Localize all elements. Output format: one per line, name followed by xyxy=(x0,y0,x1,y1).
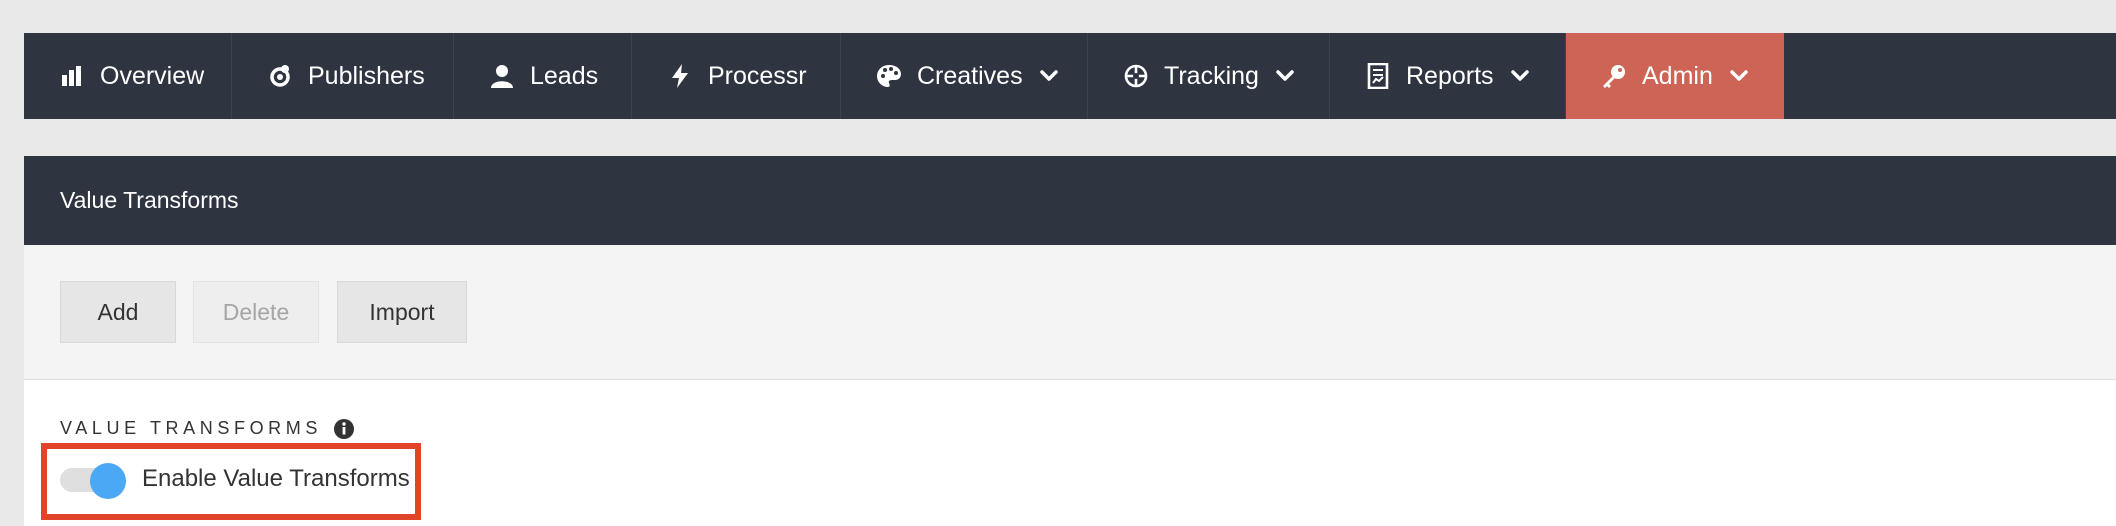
nav-item-label: Overview xyxy=(100,61,205,90)
nav-item-label: Reports xyxy=(1406,61,1494,90)
nav-item-label: Admin xyxy=(1642,61,1713,90)
report-icon xyxy=(1364,62,1392,90)
chevron-down-icon xyxy=(1510,66,1530,86)
toggle-knob xyxy=(90,463,126,499)
nav-item-leads[interactable]: Leads xyxy=(454,33,632,119)
enable-value-transforms-row: Enable Value Transforms xyxy=(60,463,410,499)
nav-item-label: Creatives xyxy=(917,61,1023,90)
chart-icon xyxy=(58,62,86,90)
nav-item-tracking[interactable]: Tracking xyxy=(1088,33,1330,119)
palette-icon xyxy=(875,62,903,90)
nav-item-label: Leads xyxy=(530,61,599,90)
panel-title: Value Transforms xyxy=(60,187,239,213)
chevron-down-icon xyxy=(1275,66,1295,86)
toggle-label: Enable Value Transforms xyxy=(142,465,410,492)
nav-item-label: Processr xyxy=(708,61,807,90)
section-heading: VALUE TRANSFORMS xyxy=(60,418,354,439)
user-icon xyxy=(488,62,516,90)
nav-item-publishers[interactable]: Publishers xyxy=(232,33,454,119)
crosshair-icon xyxy=(1122,62,1150,90)
nav-item-admin[interactable]: Admin xyxy=(1566,33,1784,119)
chevron-down-icon xyxy=(1039,66,1059,86)
bolt-icon xyxy=(666,62,694,90)
section-heading-label: VALUE TRANSFORMS xyxy=(60,418,322,438)
nav-item-label: Tracking xyxy=(1164,61,1259,90)
info-icon[interactable] xyxy=(333,418,354,439)
panel-header: Value Transforms xyxy=(24,156,2116,245)
nav-item-processr[interactable]: Processr xyxy=(632,33,841,119)
nav-item-reports[interactable]: Reports xyxy=(1330,33,1566,119)
top-navigation: Overview Publishers Leads Processr Creat… xyxy=(24,33,2116,119)
chevron-down-icon xyxy=(1729,66,1749,86)
import-button[interactable]: Import xyxy=(337,281,467,343)
add-button[interactable]: Add xyxy=(60,281,176,343)
nav-item-overview[interactable]: Overview xyxy=(24,33,232,119)
publishers-icon xyxy=(266,62,294,90)
nav-item-creatives[interactable]: Creatives xyxy=(841,33,1088,119)
key-icon xyxy=(1600,62,1628,90)
nav-item-label: Publishers xyxy=(308,61,425,90)
delete-button[interactable]: Delete xyxy=(193,281,319,343)
enable-value-transforms-toggle[interactable] xyxy=(60,463,126,499)
